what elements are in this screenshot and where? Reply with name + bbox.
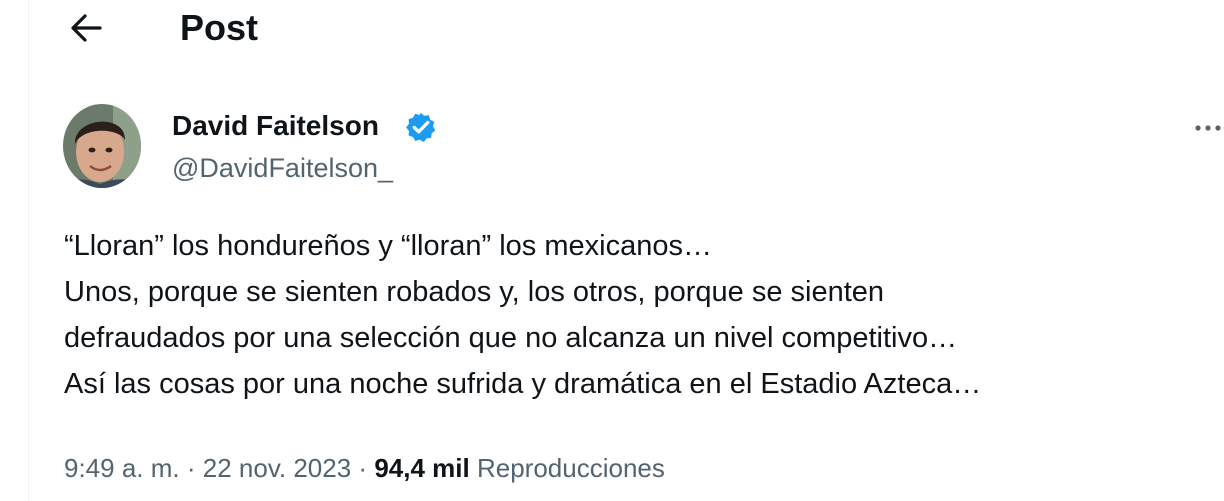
meta-separator: · xyxy=(186,453,196,483)
post-time-link[interactable]: 9:49 a. m. · 22 nov. 2023 xyxy=(64,453,351,483)
author-handle[interactable]: @DavidFaitelson_ xyxy=(172,150,393,186)
meta-separator: · xyxy=(358,453,368,483)
tweet-line: Así las cosas por una noche sufrida y dr… xyxy=(64,368,982,400)
tweet-line: defraudados por una selección que no alc… xyxy=(64,322,958,354)
avatar[interactable] xyxy=(63,104,141,188)
views-count: 94,4 mil xyxy=(374,453,470,483)
avatar-photo xyxy=(63,104,141,188)
post-time: 9:49 a. m. xyxy=(64,453,180,483)
page-title: Post xyxy=(180,7,259,48)
tweet-line: Unos, porque se sienten robados y, los o… xyxy=(64,276,885,308)
views-label-link[interactable]: Reproducciones xyxy=(477,453,665,483)
post-meta: 9:49 a. m. · 22 nov. 2023 · 94,4 mil Rep… xyxy=(64,448,665,488)
column-left-border xyxy=(28,0,29,501)
arrow-left-icon xyxy=(71,14,102,42)
post-date: 22 nov. 2023 xyxy=(202,453,352,483)
verified-badge-icon[interactable] xyxy=(404,110,438,144)
author-name[interactable]: David Faitelson xyxy=(172,108,379,144)
post-header: Post xyxy=(0,0,1224,60)
more-button[interactable] xyxy=(1192,112,1224,142)
back-button[interactable] xyxy=(64,6,108,50)
tweet-text: “Lloran” los hondureños y “lloran” los m… xyxy=(64,223,1214,407)
more-horizontal-icon xyxy=(1195,125,1221,131)
tweet-line: “Lloran” los hondureños y “lloran” los m… xyxy=(64,230,712,262)
